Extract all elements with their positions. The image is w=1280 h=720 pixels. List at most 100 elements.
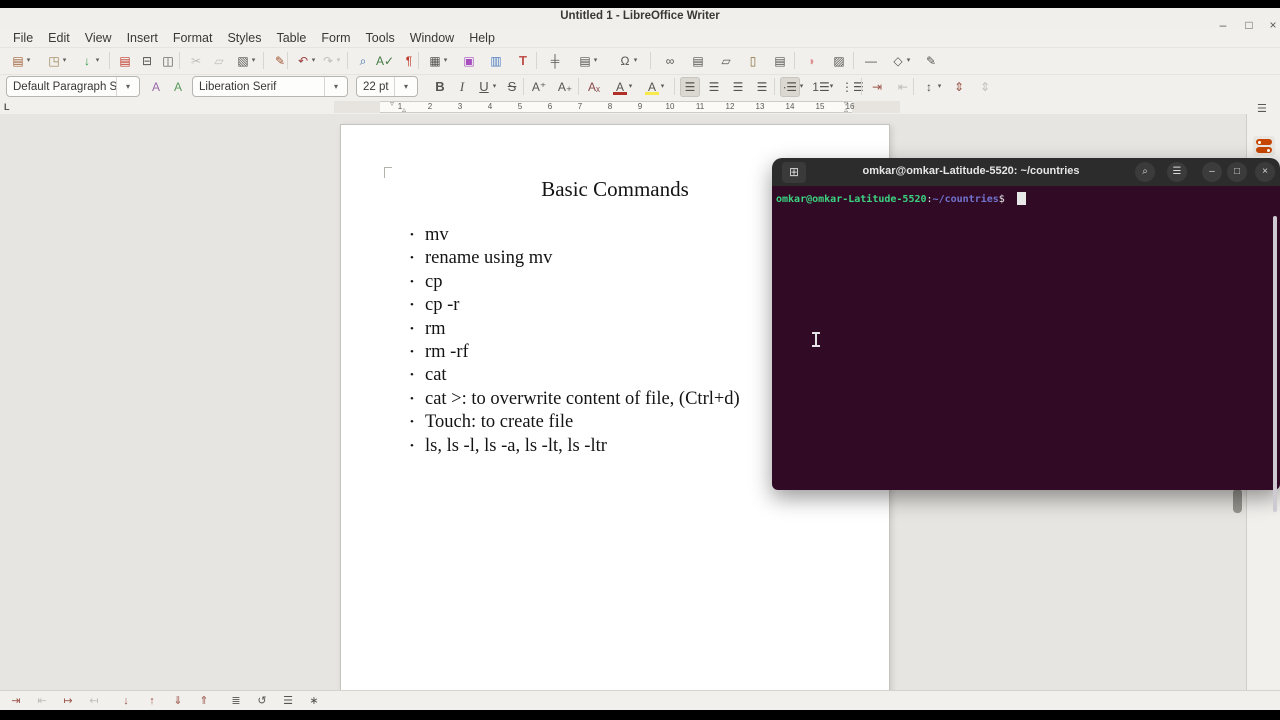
font-color-dropdown[interactable]: ▾ — [626, 77, 635, 97]
ruler-number[interactable]: 12 — [724, 102, 736, 111]
horizontal-ruler[interactable]: L 1 2 3 4 5 6 7 8 9 10 11 12 13 14 15 16 ▿ ▵ ▿ ▵ — [0, 100, 1280, 114]
new-document-dropdown[interactable]: ▾ — [24, 51, 33, 71]
chevron-down-icon[interactable]: ▾ — [116, 77, 139, 96]
font-name-combo[interactable]: Liberation Serif ▾ — [192, 76, 348, 97]
subscript-button[interactable]: A₊ — [555, 77, 575, 97]
insert-footnote-icon[interactable]: ▤ — [688, 51, 708, 71]
superscript-button[interactable]: A⁺ — [529, 77, 549, 97]
export-pdf-icon[interactable]: ▤ — [115, 51, 135, 71]
hyperlink-icon[interactable]: ∞ — [660, 51, 680, 71]
save-dropdown[interactable]: ▾ — [93, 51, 102, 71]
terminal-search-button[interactable]: ⌕ — [1135, 162, 1155, 182]
ruler-number[interactable]: 6 — [544, 102, 556, 111]
align-right-button[interactable]: ☰ — [728, 77, 748, 97]
vertical-scrollbar-thumb[interactable] — [1233, 489, 1242, 513]
italic-button[interactable]: I — [452, 77, 472, 97]
spelling-icon[interactable]: A✓ — [375, 51, 395, 71]
find-replace-icon[interactable]: ⌕ — [353, 51, 373, 71]
print-preview-icon[interactable]: ◫ — [158, 51, 178, 71]
menu-item[interactable]: Window — [407, 31, 457, 45]
move-up-subpoints-icon[interactable]: ⇑ — [194, 692, 214, 710]
decrease-paragraph-spacing-button[interactable]: ⇕ — [975, 77, 995, 97]
justify-button[interactable]: ☰ — [752, 77, 772, 97]
menu-item[interactable]: Help — [466, 31, 498, 45]
align-left-button[interactable]: ☰ — [680, 77, 700, 97]
cross-reference-icon[interactable]: ▤ — [770, 51, 790, 71]
numbered-list-dropdown[interactable]: ▾ — [827, 77, 836, 97]
first-line-indent-marker[interactable]: ▿ — [390, 100, 394, 108]
outline-list-button[interactable]: ⋮☰ — [841, 77, 864, 97]
ruler-number[interactable]: 9 — [634, 102, 646, 111]
font-size-combo[interactable]: 22 pt ▾ — [356, 76, 418, 97]
insert-textbox-icon[interactable]: T — [513, 51, 533, 71]
menu-item[interactable]: Styles — [224, 31, 264, 45]
track-changes-icon[interactable]: ▨ — [829, 51, 849, 71]
terminal-titlebar[interactable]: omkar@omkar-Latitude-5520: ~/countries ⊞… — [772, 158, 1280, 186]
properties-deck-icon[interactable] — [1253, 136, 1275, 156]
bullet-list-dropdown[interactable]: ▾ — [797, 77, 806, 97]
align-center-button[interactable]: ☰ — [704, 77, 724, 97]
menu-item[interactable]: Format — [170, 31, 216, 45]
ruler-number[interactable]: 2 — [424, 102, 436, 111]
terminal-minimize-button[interactable]: – — [1202, 162, 1222, 182]
new-tab-button[interactable]: ⊞ — [782, 162, 806, 183]
move-item-up-icon[interactable]: ↑ — [142, 692, 162, 710]
open-file-dropdown[interactable]: ▾ — [60, 51, 69, 71]
terminal-menu-button[interactable]: ☰ — [1167, 162, 1187, 182]
list-settings-icon[interactable]: ∗ — [304, 692, 324, 710]
promote-outline-icon[interactable]: ⇤ — [32, 692, 52, 710]
ruler-number[interactable]: 4 — [484, 102, 496, 111]
right-indent-marker-lower[interactable]: ▵ — [844, 106, 848, 114]
unnumbered-entry-icon[interactable]: ≣ — [226, 692, 246, 710]
ruler-number[interactable]: 14 — [784, 102, 796, 111]
no-list-icon[interactable]: ☰ — [278, 692, 298, 710]
clear-formatting-button[interactable]: Aₓ — [584, 77, 604, 97]
redo-dropdown[interactable]: ▾ — [334, 51, 343, 71]
menu-item[interactable]: Table — [273, 31, 309, 45]
new-style-icon[interactable]: A — [168, 77, 188, 97]
copy-icon[interactable]: ▱ — [209, 51, 229, 71]
restart-numbering-icon[interactable]: ↺ — [252, 692, 272, 710]
promote-with-subpoints-icon[interactable]: ↤ — [84, 692, 104, 710]
insert-table-dropdown[interactable]: ▾ — [441, 51, 450, 71]
undo-dropdown[interactable]: ▾ — [309, 51, 318, 71]
insert-bookmark-icon[interactable]: ▯ — [743, 51, 763, 71]
chevron-down-icon[interactable]: ▾ — [394, 77, 417, 96]
menu-item[interactable]: Edit — [45, 31, 73, 45]
cut-icon[interactable]: ✂ — [186, 51, 206, 71]
decrease-indent-button[interactable]: ⇤ — [893, 77, 913, 97]
ruler-number[interactable]: 7 — [574, 102, 586, 111]
menu-item[interactable]: File — [10, 31, 36, 45]
menu-item[interactable]: Form — [318, 31, 353, 45]
draw-functions-icon[interactable]: ✎ — [921, 51, 941, 71]
ruler-number[interactable]: 3 — [454, 102, 466, 111]
insert-endnote-icon[interactable]: ▱ — [716, 51, 736, 71]
line-spacing-dropdown[interactable]: ▾ — [935, 77, 944, 97]
menu-item[interactable]: Insert — [124, 31, 161, 45]
basic-shapes-dropdown[interactable]: ▾ — [904, 51, 913, 71]
ruler-number[interactable]: 15 — [814, 102, 826, 111]
highlight-color-dropdown[interactable]: ▾ — [658, 77, 667, 97]
ruler-number[interactable]: 5 — [514, 102, 526, 111]
strikethrough-button[interactable]: S — [502, 77, 522, 97]
sidebar-settings-icon[interactable]: ☰ — [1257, 102, 1267, 115]
increase-indent-button[interactable]: ⇥ — [867, 77, 887, 97]
ruler-number[interactable]: 8 — [604, 102, 616, 111]
tab-stop-selector[interactable]: L — [4, 102, 10, 112]
demote-with-subpoints-icon[interactable]: ↦ — [58, 692, 78, 710]
move-down-subpoints-icon[interactable]: ⇓ — [168, 692, 188, 710]
terminal-maximize-button[interactable]: □ — [1227, 162, 1247, 182]
bold-button[interactable]: B — [430, 77, 450, 97]
insert-comment-icon[interactable]: ◗ — [802, 51, 822, 71]
formatting-marks-icon[interactable]: ¶ — [399, 51, 419, 71]
ruler-number[interactable]: 13 — [754, 102, 766, 111]
insert-image-icon[interactable]: ▣ — [459, 51, 479, 71]
chevron-down-icon[interactable]: ▾ — [324, 77, 347, 96]
ruler-number[interactable]: 11 — [694, 102, 706, 111]
paragraph-style-combo[interactable]: Default Paragraph Sty ▾ — [6, 76, 140, 97]
underline-dropdown[interactable]: ▾ — [490, 77, 499, 97]
print-icon[interactable]: ⊟ — [137, 51, 157, 71]
horizontal-line-icon[interactable]: — — [861, 51, 881, 71]
insert-chart-icon[interactable]: ▥ — [486, 51, 506, 71]
move-item-down-icon[interactable]: ↓ — [116, 692, 136, 710]
